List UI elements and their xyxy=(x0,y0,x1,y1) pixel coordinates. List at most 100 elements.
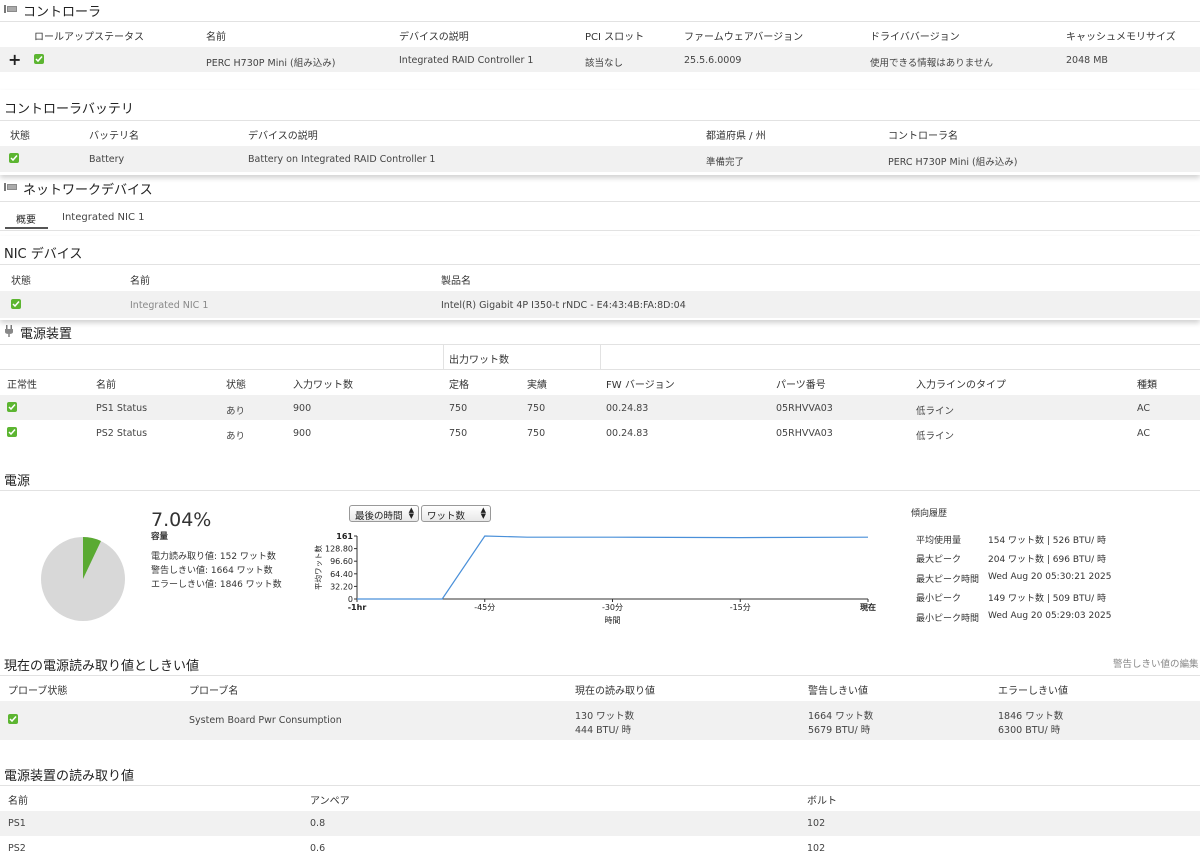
psu-title-text: 電源装置 xyxy=(20,327,73,342)
x-axis-label: 時間 xyxy=(605,616,621,625)
trend-value: 149 ワット数 | 509 BTU/ 時 xyxy=(988,594,1106,604)
warning-btu: 5679 BTU/ 時 xyxy=(808,725,871,736)
select-arrows-icon: ▲ ▼ xyxy=(480,506,486,520)
x-tick-label: -30分 xyxy=(602,603,623,612)
expand-button[interactable]: + xyxy=(8,50,21,69)
trend-label: 平均使用量 xyxy=(916,536,962,546)
reading-volt: 102 xyxy=(807,843,826,854)
tab-integrated-nic-1[interactable]: Integrated NIC 1 xyxy=(62,212,145,223)
power-title: 電源 xyxy=(4,474,31,489)
trend-label: 最小ピーク時間 xyxy=(916,614,980,624)
col-fw-version: FW バージョン xyxy=(606,380,675,391)
unit-select[interactable]: ワット数 ▲ ▼ xyxy=(421,505,491,522)
y-tick-label: 64.40 xyxy=(330,570,353,579)
col-output-watts: 出力ワット数 xyxy=(449,355,509,366)
unit-value: ワット数 xyxy=(427,511,466,522)
battery-controller: PERC H730P Mini (組み込み) xyxy=(888,157,1018,168)
psu-state: あり xyxy=(226,406,246,417)
col-volts: ボルト xyxy=(807,796,837,807)
controller-fw: 25.5.6.0009 xyxy=(684,55,742,66)
controller-name: PERC H730P Mini (組み込み) xyxy=(206,58,336,69)
psu-input: 900 xyxy=(293,428,312,439)
psu-state: あり xyxy=(226,431,246,442)
tab-overview[interactable]: 概要 xyxy=(5,211,48,229)
battery-title: コントローラバッテリ xyxy=(4,102,134,117)
power-plug-icon xyxy=(4,324,14,341)
psu-name: PS2 Status xyxy=(96,428,148,439)
status-ok-icon xyxy=(9,153,19,163)
col-error-threshold: エラーしきい値 xyxy=(998,686,1068,697)
power-reading: 電力読み取り値: 152 ワット数 xyxy=(151,552,276,562)
psu-row-1[interactable] xyxy=(0,395,1200,420)
col-rated: 定格 xyxy=(449,380,469,391)
col-pci: PCI スロット xyxy=(585,32,645,43)
col-state: 状態 xyxy=(226,380,246,391)
time-range-select[interactable]: 最後の時間 ▲ ▼ xyxy=(349,505,419,522)
battery-desc: Battery on Integrated RAID Controller 1 xyxy=(248,154,436,165)
psu-part: 05RHVVA03 xyxy=(776,428,833,439)
reading-row-1[interactable] xyxy=(0,811,1200,836)
col-cache: キャッシュメモリサイズ xyxy=(1066,32,1176,43)
col-name: 名前 xyxy=(206,32,226,43)
col-type: 種類 xyxy=(1137,380,1157,391)
warning-watts: 1664 ワット数 xyxy=(808,711,874,722)
psu-type: AC xyxy=(1137,403,1150,414)
battery-row[interactable] xyxy=(0,146,1200,172)
psu-line: 低ライン xyxy=(916,406,955,417)
controller-cache: 2048 MB xyxy=(1066,55,1108,66)
error-watts: 1846 ワット数 xyxy=(998,711,1064,722)
controller-driver: 使用できる情報はありません xyxy=(870,58,994,69)
select-arrows-icon: ▲ ▼ xyxy=(408,506,414,520)
status-ok-icon xyxy=(8,714,18,724)
col-desc: デバイスの説明 xyxy=(399,32,469,43)
reading-volt: 102 xyxy=(807,818,826,829)
x-tick-label: -45分 xyxy=(474,603,495,612)
warning-threshold: 警告しきい値: 1664 ワット数 xyxy=(151,566,273,576)
col-driver: ドライババージョン xyxy=(870,32,960,43)
col-probe-name: プローブ名 xyxy=(189,686,239,697)
psu-actual: 750 xyxy=(527,428,546,439)
col-fw: ファームウェアバージョン xyxy=(684,32,804,43)
current-reading-btu: 444 BTU/ 時 xyxy=(575,725,632,736)
controller-desc: Integrated RAID Controller 1 xyxy=(399,55,534,66)
psu-rated: 750 xyxy=(449,403,468,414)
col-part-number: パーツ番号 xyxy=(776,380,826,391)
status-ok-icon xyxy=(11,299,21,309)
controller-icon xyxy=(4,3,17,18)
col-current-reading: 現在の読み取り値 xyxy=(575,686,655,697)
col-battery-name: バッテリ名 xyxy=(89,131,139,142)
capacity-percent: 7.04% xyxy=(151,509,212,531)
psu-fw: 00.24.83 xyxy=(606,403,649,414)
col-battery-desc: デバイスの説明 xyxy=(248,131,318,142)
trend-value: Wed Aug 20 05:29:03 2025 xyxy=(988,611,1112,621)
status-ok-icon xyxy=(7,402,17,412)
y-tick-label: 96.60 xyxy=(330,557,353,566)
network-title: ネットワークデバイス xyxy=(4,179,153,198)
controller-pci: 該当なし xyxy=(585,58,624,69)
controllers-title-text: コントローラ xyxy=(23,5,102,20)
trend-value: Wed Aug 20 05:30:21 2025 xyxy=(988,572,1112,582)
trend-label: 最大ピーク xyxy=(916,555,962,565)
error-btu: 6300 BTU/ 時 xyxy=(998,725,1061,736)
psu-name: PS1 Status xyxy=(96,403,148,414)
y-tick-label: 161 xyxy=(336,532,353,541)
col-health: 正常性 xyxy=(7,380,37,391)
capacity-label: 容量 xyxy=(151,532,169,542)
psu-type: AC xyxy=(1137,428,1150,439)
current-reading-watts: 130 ワット数 xyxy=(575,711,635,722)
col-input-line: 入力ラインのタイプ xyxy=(916,380,1006,391)
edit-warning-threshold-link[interactable]: 警告しきい値の編集 xyxy=(1113,656,1199,670)
x-tick-label: 現在 xyxy=(860,602,876,612)
y-axis-label: 平均ワット数 xyxy=(313,545,323,590)
col-status: 状態 xyxy=(10,131,30,142)
col-probe-status: プローブ状態 xyxy=(8,686,68,697)
col-controller-name: コントローラ名 xyxy=(888,131,958,142)
y-tick-label: 128.80 xyxy=(325,545,353,554)
col-name: 名前 xyxy=(8,796,28,807)
nic-name-link[interactable]: Integrated NIC 1 xyxy=(130,300,208,311)
trend-label: 最小ピーク xyxy=(916,594,962,604)
power-line-chart: 161128.8096.6064.4032.200-1hr -45分 -30分 -15… xyxy=(313,532,876,625)
y-tick-label: 32.20 xyxy=(330,582,353,591)
col-state: 都道府県 / 州 xyxy=(706,131,766,142)
probe-name: System Board Pwr Consumption xyxy=(189,715,342,726)
